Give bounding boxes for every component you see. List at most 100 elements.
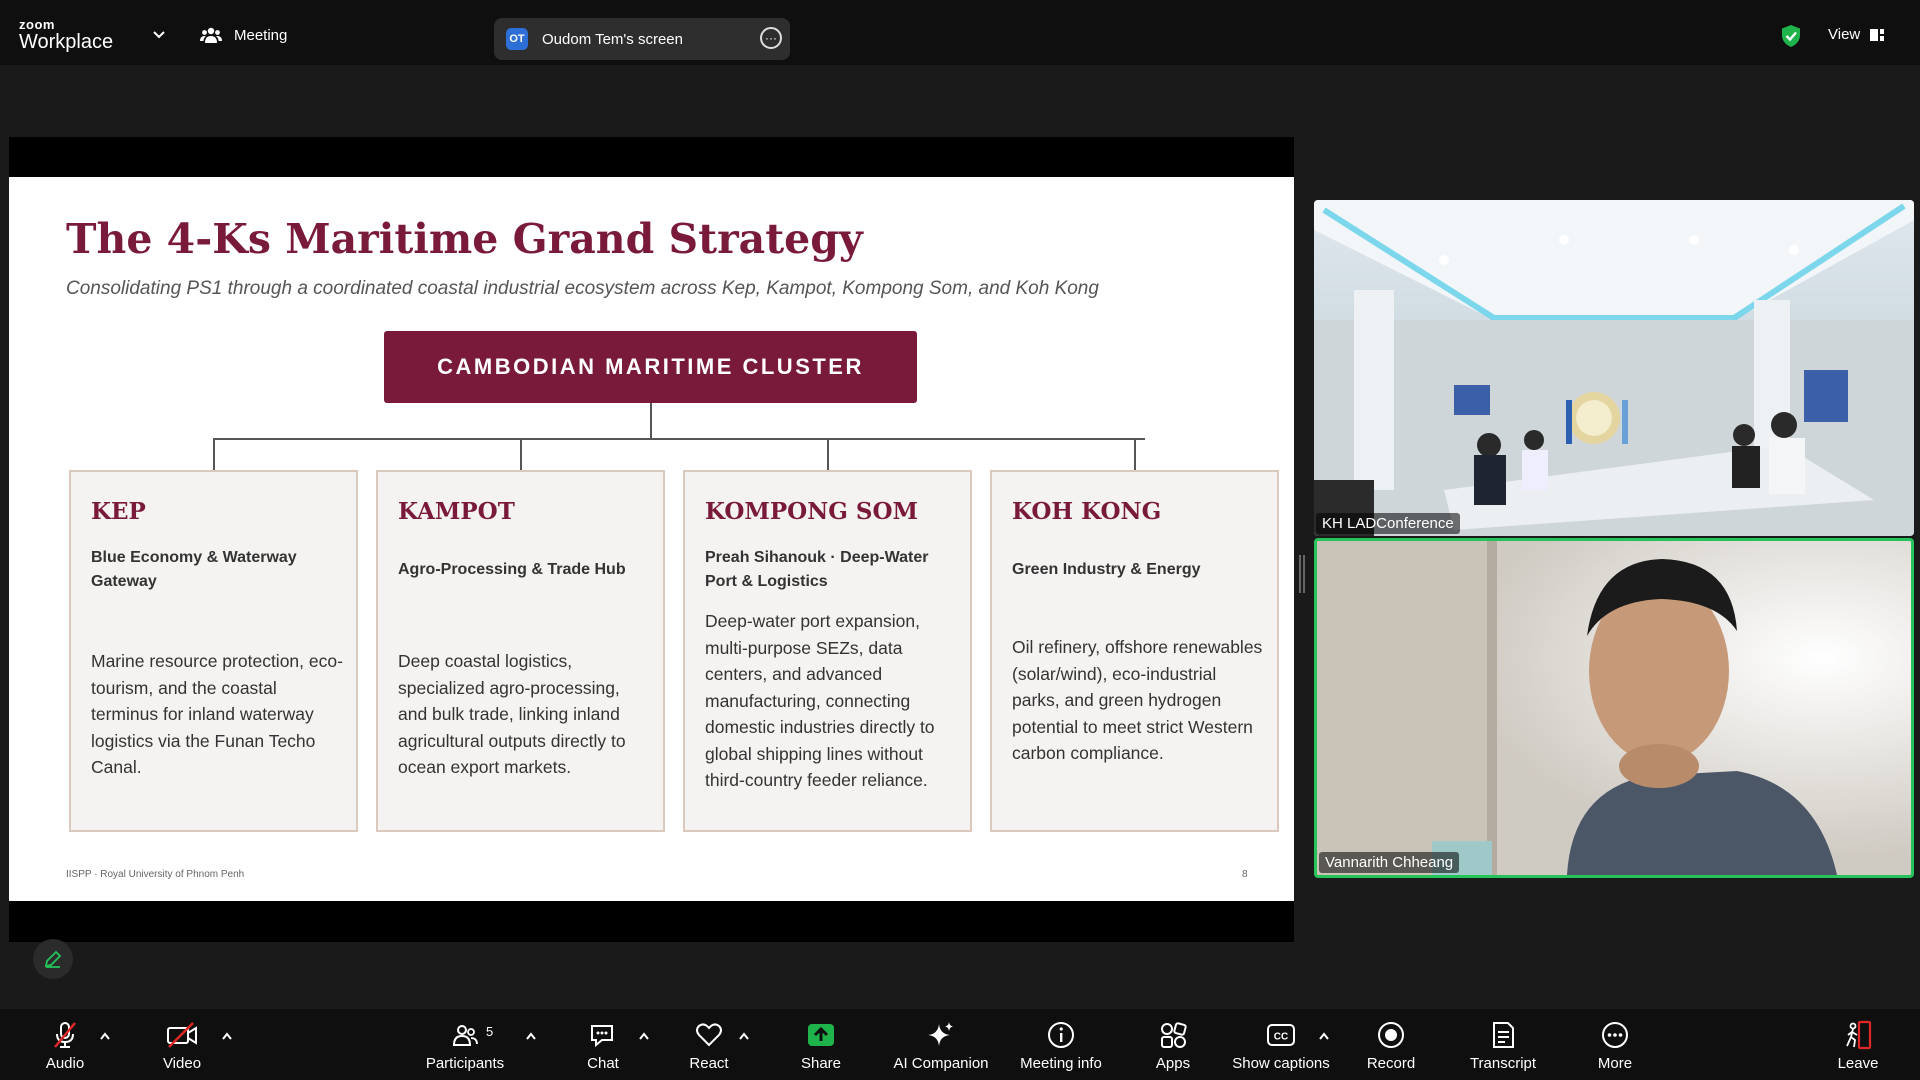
connector-line xyxy=(1134,438,1136,470)
card-body: Deep coastal logistics, specialized agro… xyxy=(398,651,626,777)
apps-button[interactable]: Apps xyxy=(1118,1018,1228,1072)
card-title: KAMPOT xyxy=(398,498,515,525)
card-body: Marine resource protection, eco-tourism,… xyxy=(91,651,343,777)
presenter-avatar: OT xyxy=(506,28,528,50)
share-label: Share xyxy=(800,1055,842,1072)
meeting-label: Meeting xyxy=(234,26,288,44)
leave-button[interactable]: Leave xyxy=(1803,1018,1913,1072)
video-button[interactable]: Video xyxy=(127,1018,237,1072)
participants-label: Participants xyxy=(425,1055,505,1072)
conference-room-video xyxy=(1314,200,1914,536)
show-captions-label: Show captions xyxy=(1232,1055,1330,1072)
leave-label: Leave xyxy=(1837,1055,1879,1072)
captions-icon: CC xyxy=(1267,1024,1295,1046)
heart-icon xyxy=(696,1023,722,1047)
zoom-logo: zoom Workplace xyxy=(19,18,113,52)
video-tile-conference-room[interactable]: KH LADConference xyxy=(1314,200,1914,536)
chevron-up-icon[interactable] xyxy=(738,1031,750,1041)
more-label: More xyxy=(1597,1055,1633,1072)
info-icon xyxy=(1048,1022,1074,1048)
slide-title: The 4-Ks Maritime Grand Strategy xyxy=(66,215,863,263)
logo-big-text: Workplace xyxy=(19,31,114,53)
view-label: View xyxy=(1828,26,1861,43)
card-body: Oil refinery, offshore renewables (solar… xyxy=(1012,637,1263,763)
microphone-muted-icon xyxy=(54,1022,76,1048)
meeting-info-button[interactable]: Meeting info xyxy=(1006,1018,1116,1072)
audio-button[interactable]: Audio xyxy=(10,1018,120,1072)
connector-line xyxy=(827,438,829,470)
ai-companion-label: AI Companion xyxy=(893,1055,989,1072)
screen-share-indicator[interactable]: OT Oudom Tem's screen ··· xyxy=(494,18,790,60)
participants-button[interactable]: Participants xyxy=(410,1018,520,1072)
meeting-info-label: Meeting info xyxy=(1020,1055,1102,1072)
connector-line xyxy=(650,403,652,439)
show-captions-button[interactable]: CC Show captions xyxy=(1226,1018,1336,1072)
leave-icon xyxy=(1846,1020,1872,1050)
apps-icon xyxy=(1161,1022,1187,1048)
chevron-down-icon[interactable] xyxy=(150,28,168,42)
record-icon xyxy=(1378,1022,1404,1048)
participant-name: Vannarith Chheang xyxy=(1319,852,1460,873)
share-title: Oudom Tem's screen xyxy=(542,30,683,48)
video-label: Video xyxy=(162,1055,202,1072)
chevron-up-icon[interactable] xyxy=(221,1031,233,1041)
audio-label: Audio xyxy=(45,1055,85,1072)
chevron-up-icon[interactable] xyxy=(525,1031,537,1041)
transcript-button[interactable]: Transcript xyxy=(1448,1018,1558,1072)
more-options-icon[interactable]: ··· xyxy=(760,27,782,49)
share-screen-icon xyxy=(808,1024,834,1046)
record-label: Record xyxy=(1366,1055,1416,1072)
shield-check-icon[interactable] xyxy=(1780,24,1802,48)
transcript-label: Transcript xyxy=(1469,1055,1537,1072)
annotate-pencil-icon[interactable] xyxy=(33,939,73,979)
meeting-toolbar: Audio Video Participants 5 Chat React Sh… xyxy=(0,1009,1920,1080)
camera-off-icon xyxy=(167,1022,197,1048)
card-subtitle: Agro-Processing & Trade Hub xyxy=(398,561,626,578)
speaker-video xyxy=(1317,541,1911,875)
card-subtitle: Preah Sihanouk · Deep-Water Port & Logis… xyxy=(705,549,929,590)
logo-small-text: zoom xyxy=(19,17,55,32)
chevron-up-icon[interactable] xyxy=(1318,1031,1330,1041)
card-body: Deep-water port expansion, multi-purpose… xyxy=(705,611,935,790)
svg-text:CC: CC xyxy=(1274,1032,1288,1043)
connector-line xyxy=(520,438,522,470)
chevron-up-icon[interactable] xyxy=(99,1031,111,1041)
connector-line xyxy=(213,438,1145,440)
layout-icon xyxy=(1870,28,1885,41)
card-subtitle: Green Industry & Energy xyxy=(1012,561,1201,578)
react-label: React xyxy=(689,1055,729,1072)
card-subtitle: Blue Economy & Waterway Gateway xyxy=(91,549,297,590)
card-title: KEP xyxy=(91,498,146,525)
video-tile-speaker[interactable]: Vannarith Chheang xyxy=(1314,538,1914,878)
people-icon xyxy=(200,27,222,43)
card-title: KOMPONG SOM xyxy=(705,498,918,525)
participants-count: 5 xyxy=(486,1024,494,1039)
panel-resize-handle[interactable] xyxy=(1299,555,1305,593)
react-button[interactable]: React xyxy=(654,1018,764,1072)
chat-button[interactable]: Chat xyxy=(548,1018,658,1072)
more-button[interactable]: More xyxy=(1560,1018,1670,1072)
card-koh-kong: KOH KONG Green Industry & Energy Oil ref… xyxy=(990,470,1279,832)
meeting-menu-button[interactable]: Meeting xyxy=(200,26,287,44)
chevron-up-icon[interactable] xyxy=(638,1031,650,1041)
card-kampot: KAMPOT Agro-Processing & Trade Hub Deep … xyxy=(376,470,665,832)
share-button[interactable]: Share xyxy=(766,1018,876,1072)
slide-subtitle: Consolidating PS1 through a coordinated … xyxy=(66,278,1099,299)
presentation-slide: The 4-Ks Maritime Grand Strategy Consoli… xyxy=(9,177,1294,901)
sparkle-icon xyxy=(928,1022,953,1046)
view-button[interactable]: View xyxy=(1828,26,1885,43)
participant-name: KH LADConference xyxy=(1316,513,1460,534)
transcript-icon xyxy=(1493,1022,1514,1048)
ai-companion-button[interactable]: AI Companion xyxy=(886,1018,996,1072)
chat-icon xyxy=(591,1025,613,1048)
chat-label: Chat xyxy=(587,1055,619,1072)
connector-line xyxy=(213,438,215,470)
apps-label: Apps xyxy=(1155,1055,1191,1072)
slide-footer: IISPP · Royal University of Phnom Penh xyxy=(66,869,245,880)
card-title: KOH KONG xyxy=(1012,498,1162,525)
record-button[interactable]: Record xyxy=(1336,1018,1446,1072)
cluster-header: CAMBODIAN MARITIME CLUSTER xyxy=(384,331,917,403)
slide-page-number: 8 xyxy=(1242,869,1248,880)
card-kep: KEP Blue Economy & Waterway Gateway Mari… xyxy=(69,470,358,832)
card-kompong-som: KOMPONG SOM Preah Sihanouk · Deep-Water … xyxy=(683,470,972,832)
